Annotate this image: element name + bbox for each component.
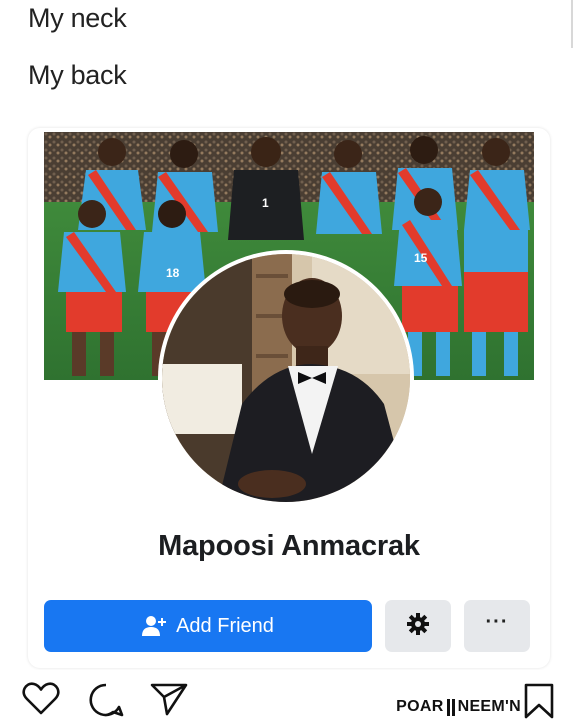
heart-icon[interactable] <box>22 682 60 716</box>
avatar-illustration <box>162 254 410 502</box>
caption-line-2: My back <box>28 60 127 90</box>
send-icon[interactable] <box>150 682 188 716</box>
more-dots-icon: ··· <box>485 611 509 633</box>
comment-bubble-icon[interactable] <box>88 682 124 718</box>
watermark-bar <box>451 698 455 716</box>
avatar <box>162 254 410 502</box>
watermark-bar <box>446 698 450 716</box>
svg-text:18: 18 <box>166 266 180 280</box>
svg-text:1: 1 <box>262 196 269 210</box>
settings-button[interactable] <box>385 600 451 652</box>
add-friend-label: Add Friend <box>176 614 274 637</box>
profile-card: 1 18 15 Mapoosi Anmacrak Add Friend ··· <box>28 128 550 668</box>
profile-actions: Add Friend ··· <box>44 600 534 652</box>
gear-icon <box>407 612 429 640</box>
add-person-icon <box>142 615 167 637</box>
watermark-right: NEEM'N <box>457 698 521 715</box>
caption-line-1: My neck <box>28 3 127 33</box>
svg-text:15: 15 <box>414 251 428 265</box>
watermark: POAR NEEM'N <box>396 698 521 716</box>
post-action-bar: POAR NEEM'N <box>0 670 573 720</box>
more-options-button[interactable]: ··· <box>464 600 530 652</box>
profile-name: Mapoosi Anmacrak <box>158 530 420 562</box>
profile-picture[interactable] <box>158 250 414 506</box>
bookmark-icon[interactable] <box>523 683 555 724</box>
watermark-left: POAR <box>396 698 444 715</box>
add-friend-button[interactable]: Add Friend <box>44 600 372 652</box>
